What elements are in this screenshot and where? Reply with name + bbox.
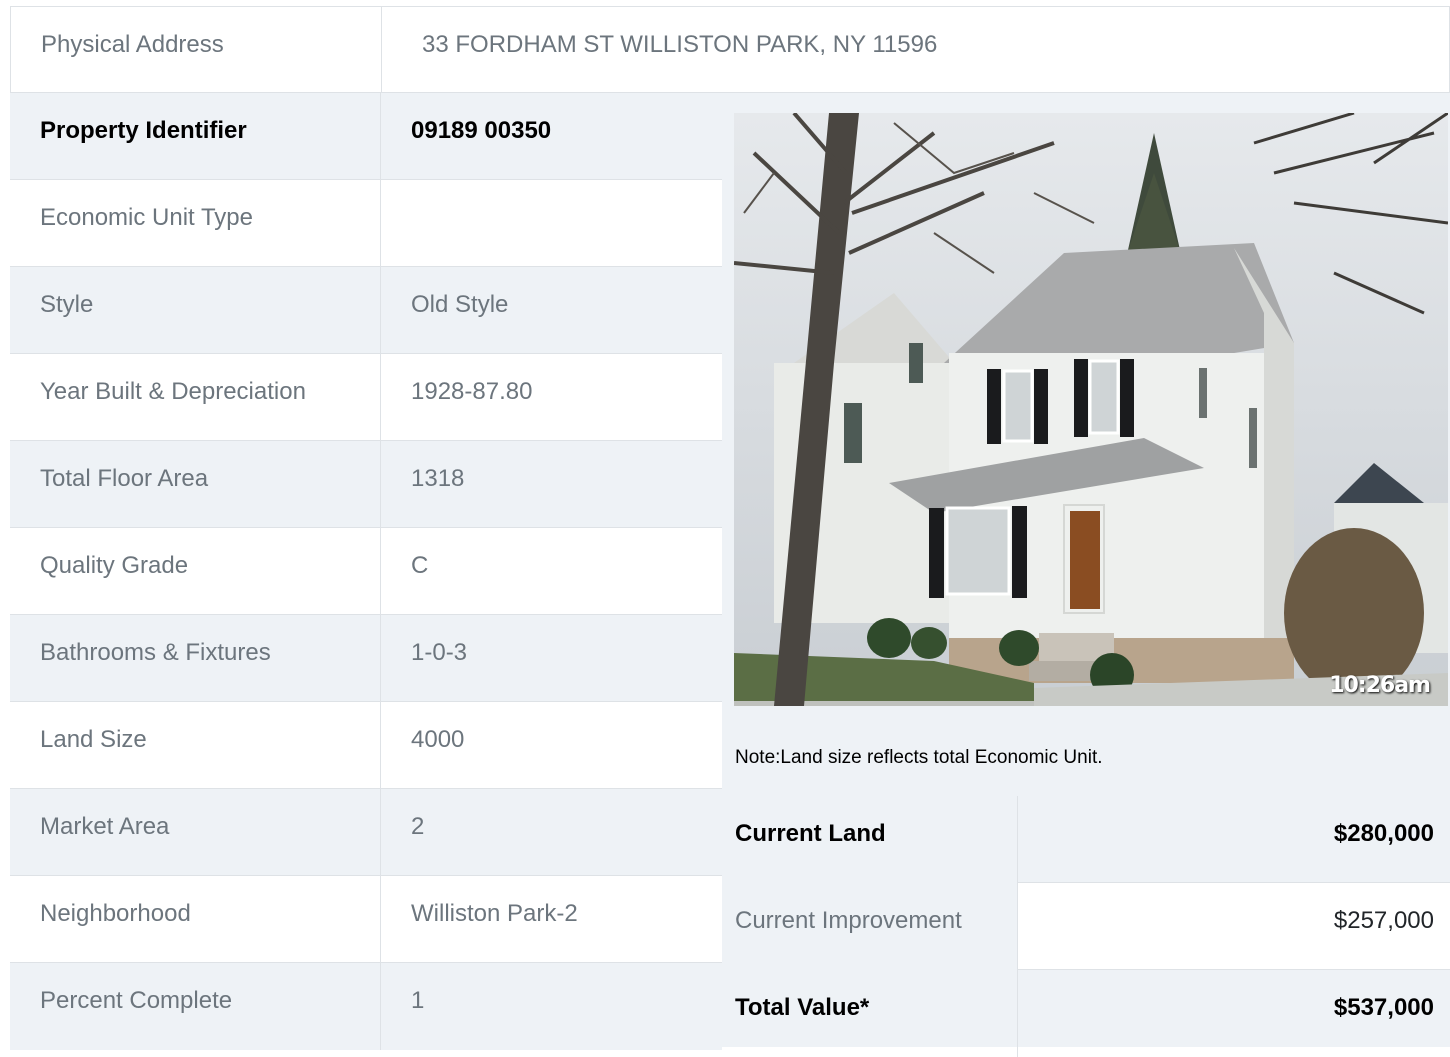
value-amount: $257,000	[1333, 907, 1434, 934]
row-value: 1-0-3	[411, 639, 468, 666]
value-cell: $280,000	[1017, 796, 1450, 883]
table-row: Neighborhood Williston Park-2	[10, 876, 722, 963]
table-row: Year Built & Depreciation 1928-87.80	[10, 354, 722, 441]
photo-and-values-panel: 10:26am Note:Land size reflects total Ec…	[722, 93, 1450, 1057]
value-label: Current Land	[735, 820, 886, 847]
row-value: 09189 00350	[411, 117, 552, 144]
total-value-row: Total Value* $537,000	[722, 970, 1450, 1057]
current-land-row: Current Land $280,000	[722, 796, 1450, 883]
current-improvement-row: Current Improvement $257,000	[722, 883, 1450, 970]
table-row: Style Old Style	[10, 267, 722, 354]
column-divider	[380, 267, 381, 354]
table-row: Bathrooms & Fixtures 1-0-3	[10, 615, 722, 702]
row-label: Economic Unit Type	[40, 204, 253, 231]
value-amount: $537,000	[1333, 994, 1434, 1021]
row-value: 2	[411, 813, 425, 840]
row-label: Market Area	[40, 813, 170, 840]
land-size-note: Note:Land size reflects total Economic U…	[735, 747, 1103, 768]
row-label: Neighborhood	[40, 900, 191, 927]
column-divider	[380, 876, 381, 963]
table-row: Economic Unit Type	[10, 180, 722, 267]
column-divider	[380, 702, 381, 789]
row-value: 4000	[411, 726, 465, 753]
value-amount: $280,000	[1333, 820, 1434, 847]
value-label: Total Value*	[735, 994, 870, 1021]
table-row: Land Size 4000	[10, 702, 722, 789]
column-divider	[380, 528, 381, 615]
value-label: Current Improvement	[735, 907, 962, 934]
row-label: Style	[40, 291, 94, 318]
row-value: 1	[411, 987, 425, 1014]
row-label: Total Floor Area	[40, 465, 209, 492]
value-cell: $257,000	[1017, 883, 1450, 970]
address-row: Physical Address 33 FORDHAM ST WILLISTON…	[10, 6, 1450, 94]
row-label: Quality Grade	[40, 552, 189, 579]
row-value: 1928-87.80	[411, 378, 533, 405]
row-label: Year Built & Depreciation	[40, 378, 306, 405]
table-row: Property Identifier 09189 00350	[10, 93, 722, 180]
table-row: Total Floor Area 1318	[10, 441, 722, 528]
column-divider	[380, 441, 381, 528]
column-divider	[381, 7, 382, 94]
row-value: 1318	[411, 465, 465, 492]
row-value: Williston Park-2	[411, 900, 578, 927]
address-label: Physical Address	[41, 31, 224, 58]
property-photo: 10:26am	[734, 113, 1448, 706]
table-row: Quality Grade C	[10, 528, 722, 615]
row-label: Property Identifier	[40, 117, 247, 144]
row-value: C	[411, 552, 429, 579]
photo-timestamp: 10:26am	[1329, 673, 1431, 698]
column-divider	[380, 789, 381, 876]
column-divider	[380, 963, 381, 1050]
column-divider	[380, 93, 381, 180]
row-label: Bathrooms & Fixtures	[40, 639, 271, 666]
value-cell: $537,000	[1017, 970, 1450, 1057]
property-record-card: Physical Address 33 FORDHAM ST WILLISTON…	[10, 6, 1450, 1057]
column-divider	[380, 180, 381, 267]
row-value: Old Style	[411, 291, 509, 318]
row-label: Land Size	[40, 726, 147, 753]
row-label: Percent Complete	[40, 987, 233, 1014]
column-divider	[380, 615, 381, 702]
table-row: Market Area 2	[10, 789, 722, 876]
table-row: Percent Complete 1	[10, 963, 722, 1050]
column-divider	[380, 354, 381, 441]
address-value: 33 FORDHAM ST WILLISTON PARK, NY 11596	[422, 31, 938, 58]
